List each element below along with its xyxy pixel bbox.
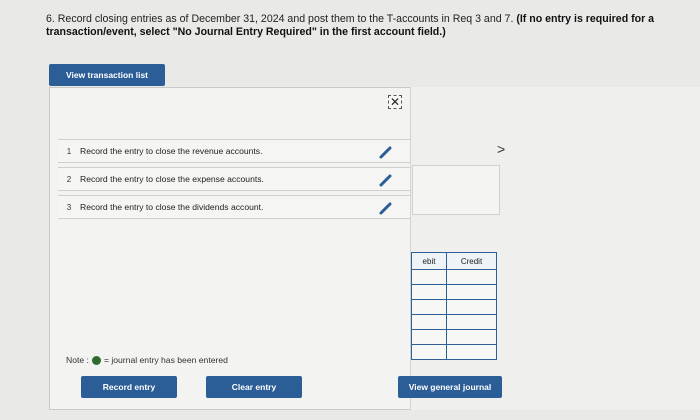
pencil-icon[interactable] bbox=[378, 144, 394, 160]
clear-entry-button[interactable]: Clear entry bbox=[206, 376, 302, 398]
record-entry-button[interactable]: Record entry bbox=[81, 376, 177, 398]
credit-header: Credit bbox=[446, 252, 497, 270]
pencil-icon[interactable] bbox=[378, 200, 394, 216]
transaction-text: Record the entry to close the revenue ac… bbox=[80, 146, 263, 156]
transaction-number: 3 bbox=[66, 202, 72, 212]
transaction-row-1[interactable]: 1 Record the entry to close the revenue … bbox=[58, 139, 410, 163]
debit-header: ebit bbox=[411, 252, 447, 270]
transaction-number: 2 bbox=[66, 174, 72, 184]
pencil-icon[interactable] bbox=[378, 172, 394, 188]
transaction-text: Record the entry to close the expense ac… bbox=[80, 174, 264, 184]
view-transaction-list-button[interactable]: View transaction list bbox=[49, 64, 165, 86]
transaction-row-3[interactable]: 3 Record the entry to close the dividend… bbox=[58, 195, 410, 219]
table-row[interactable] bbox=[411, 269, 497, 285]
close-icon[interactable]: ✕ bbox=[388, 95, 402, 109]
table-row[interactable] bbox=[411, 329, 497, 345]
table-row[interactable] bbox=[411, 344, 497, 360]
question-prefix: 6. Record closing entries as of December… bbox=[46, 13, 517, 25]
entry-header-box bbox=[412, 165, 500, 215]
transaction-row-2[interactable]: 2 Record the entry to close the expense … bbox=[58, 167, 410, 191]
table-row[interactable] bbox=[411, 314, 497, 330]
table-row[interactable] bbox=[411, 299, 497, 315]
transaction-text: Record the entry to close the dividends … bbox=[80, 202, 264, 212]
entered-dot-icon bbox=[91, 355, 101, 365]
journal-entry-panel bbox=[410, 87, 700, 410]
journal-entry-table: ebit Credit bbox=[411, 252, 497, 360]
transaction-number: 1 bbox=[66, 146, 72, 156]
note-label: Note : bbox=[66, 355, 89, 365]
chevron-right-icon[interactable]: > bbox=[497, 141, 505, 157]
note: Note : = journal entry has been entered bbox=[66, 355, 228, 365]
note-text: = journal entry has been entered bbox=[103, 355, 228, 365]
table-row[interactable] bbox=[411, 284, 497, 300]
view-general-journal-button[interactable]: View general journal bbox=[398, 376, 502, 398]
question-text: 6. Record closing entries as of December… bbox=[46, 13, 696, 39]
